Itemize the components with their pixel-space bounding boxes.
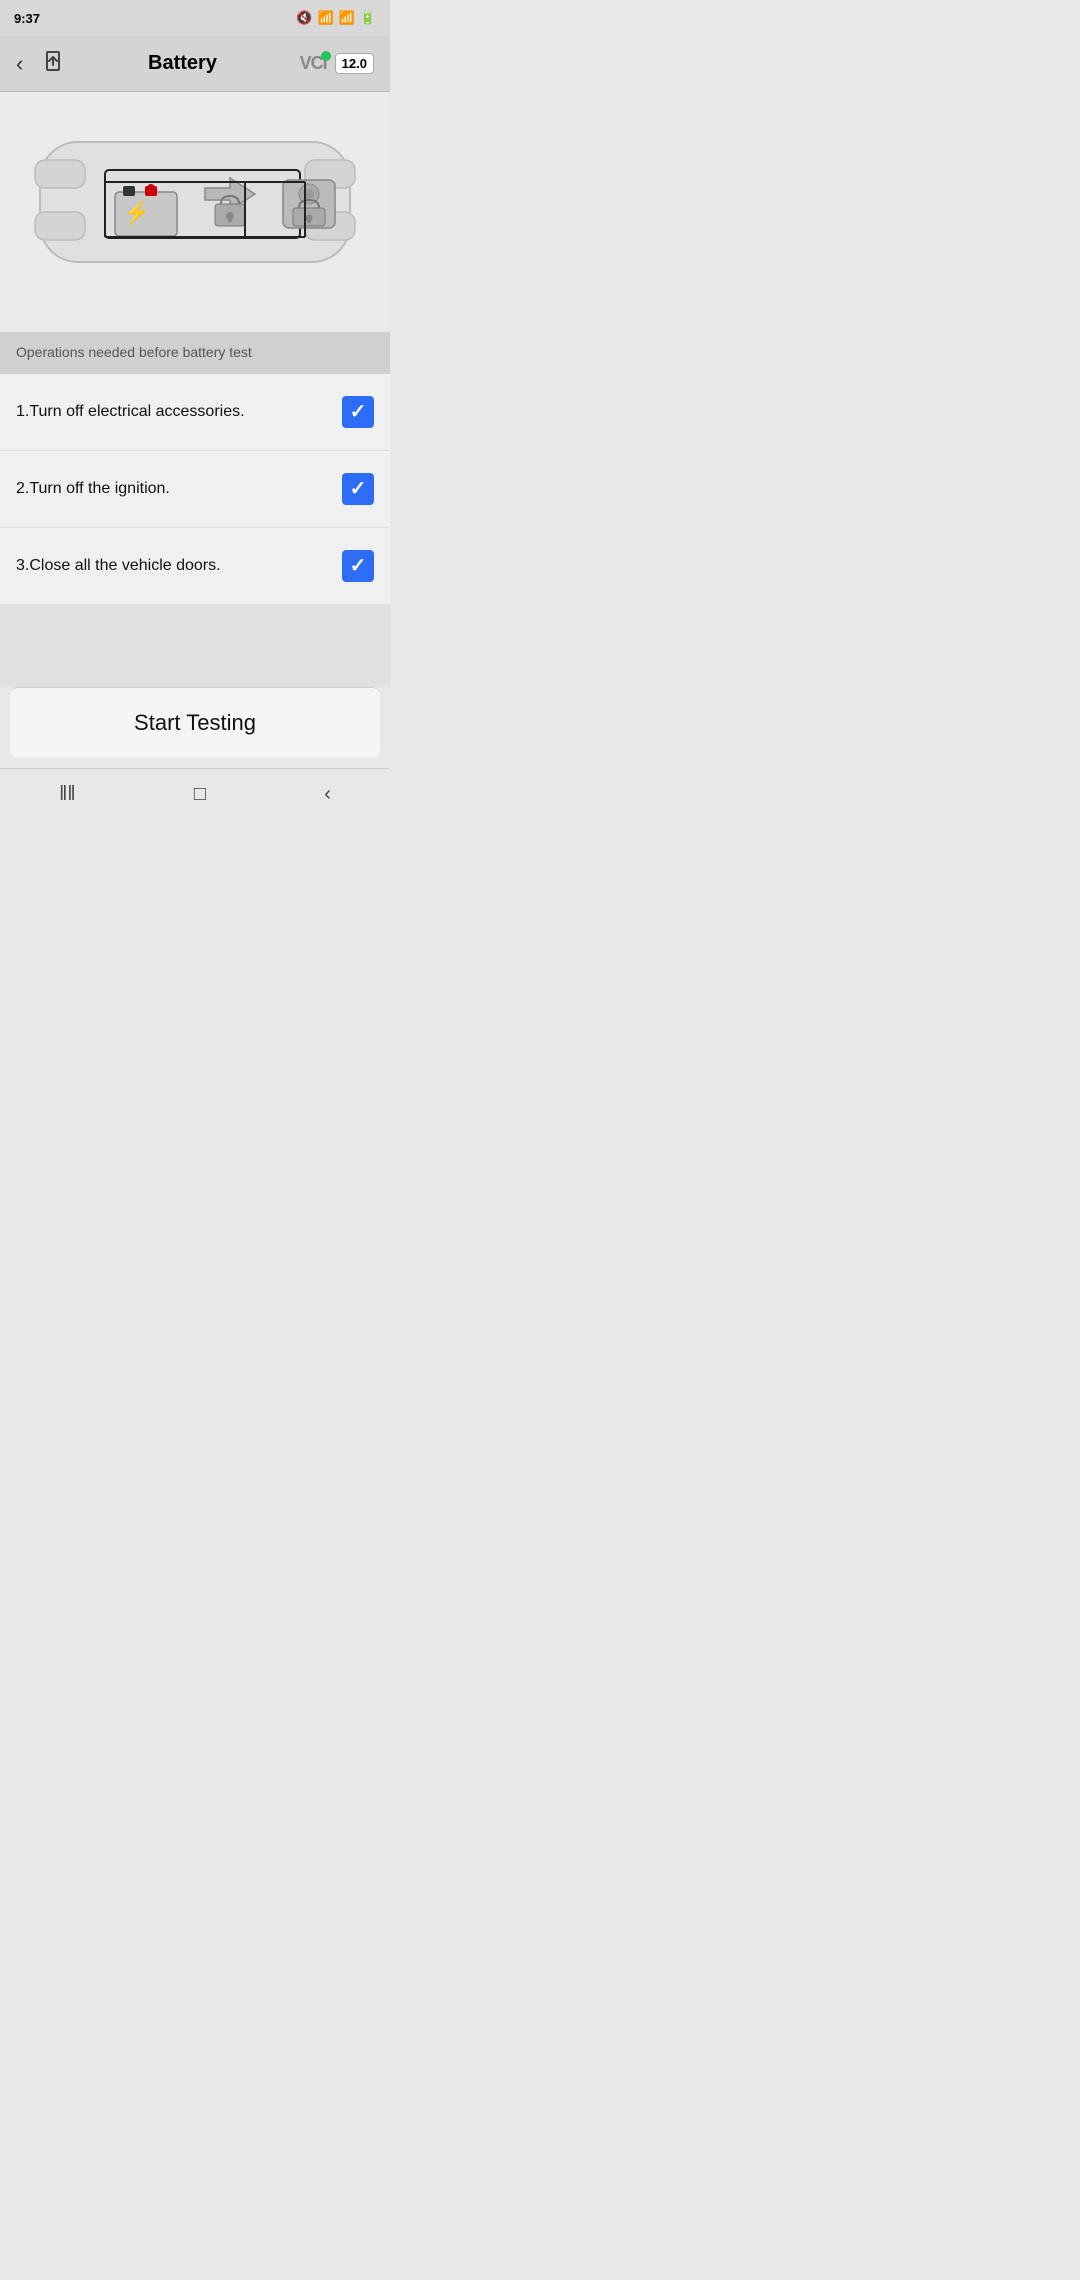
battery-voltage-badge: 12.0 (335, 53, 374, 74)
checkbox-1[interactable]: ✓ (342, 396, 374, 428)
status-bar: 9:37 🔇 📶 📶 🔋 (0, 0, 390, 36)
start-testing-button[interactable]: Start Testing (10, 687, 380, 758)
checkmark-2: ✓ (350, 479, 367, 499)
operations-header-text: Operations needed before battery test (16, 344, 252, 360)
back-nav-icon[interactable]: ‹ (324, 783, 331, 806)
checklist-item-3[interactable]: 3.Close all the vehicle doors. ✓ (0, 528, 390, 605)
mute-icon: 🔇 (296, 10, 312, 26)
wifi-icon: 📶 (317, 10, 333, 26)
status-icons: 🔇 📶 📶 🔋 (296, 10, 376, 26)
nav-left-actions: ‹ (16, 49, 65, 79)
vci-badge: VCI (300, 53, 327, 74)
back-button[interactable]: ‹ (16, 51, 23, 77)
content-area (0, 605, 390, 687)
checkmark-1: ✓ (350, 402, 367, 422)
bottom-nav: ‖‖ □ ‹ (0, 768, 390, 820)
signal-icon: 📶 (339, 10, 355, 26)
export-button[interactable] (41, 49, 65, 79)
checklist-item-2[interactable]: 2.Turn off the ignition. ✓ (0, 451, 390, 528)
operations-header: Operations needed before battery test (0, 332, 390, 374)
checklist-label-2: 2.Turn off the ignition. (16, 480, 170, 498)
page-title: Battery (148, 52, 217, 75)
nav-right-badges: VCI 12.0 (300, 53, 374, 74)
checkmark-3: ✓ (350, 556, 367, 576)
recent-apps-icon[interactable]: ‖‖ (59, 783, 76, 806)
checkbox-3[interactable]: ✓ (342, 550, 374, 582)
status-time: 9:37 (14, 11, 40, 26)
nav-bar: ‹ Battery VCI 12.0 (0, 36, 390, 92)
checklist-item-1[interactable]: 1.Turn off electrical accessories. ✓ (0, 374, 390, 451)
checkbox-2[interactable]: ✓ (342, 473, 374, 505)
home-icon[interactable]: □ (194, 783, 206, 806)
checklist-label-1: 1.Turn off electrical accessories. (16, 403, 245, 421)
checklist-label-3: 3.Close all the vehicle doors. (16, 557, 221, 575)
battery-status-icon: 🔋 (360, 10, 376, 26)
car-diagram-section: ⚡ (0, 92, 390, 332)
car-diagram: ⚡ (25, 112, 365, 312)
vci-connected-dot (321, 51, 331, 61)
svg-text:⚡: ⚡ (123, 200, 150, 226)
checklist-container: 1.Turn off electrical accessories. ✓ 2.T… (0, 374, 390, 605)
